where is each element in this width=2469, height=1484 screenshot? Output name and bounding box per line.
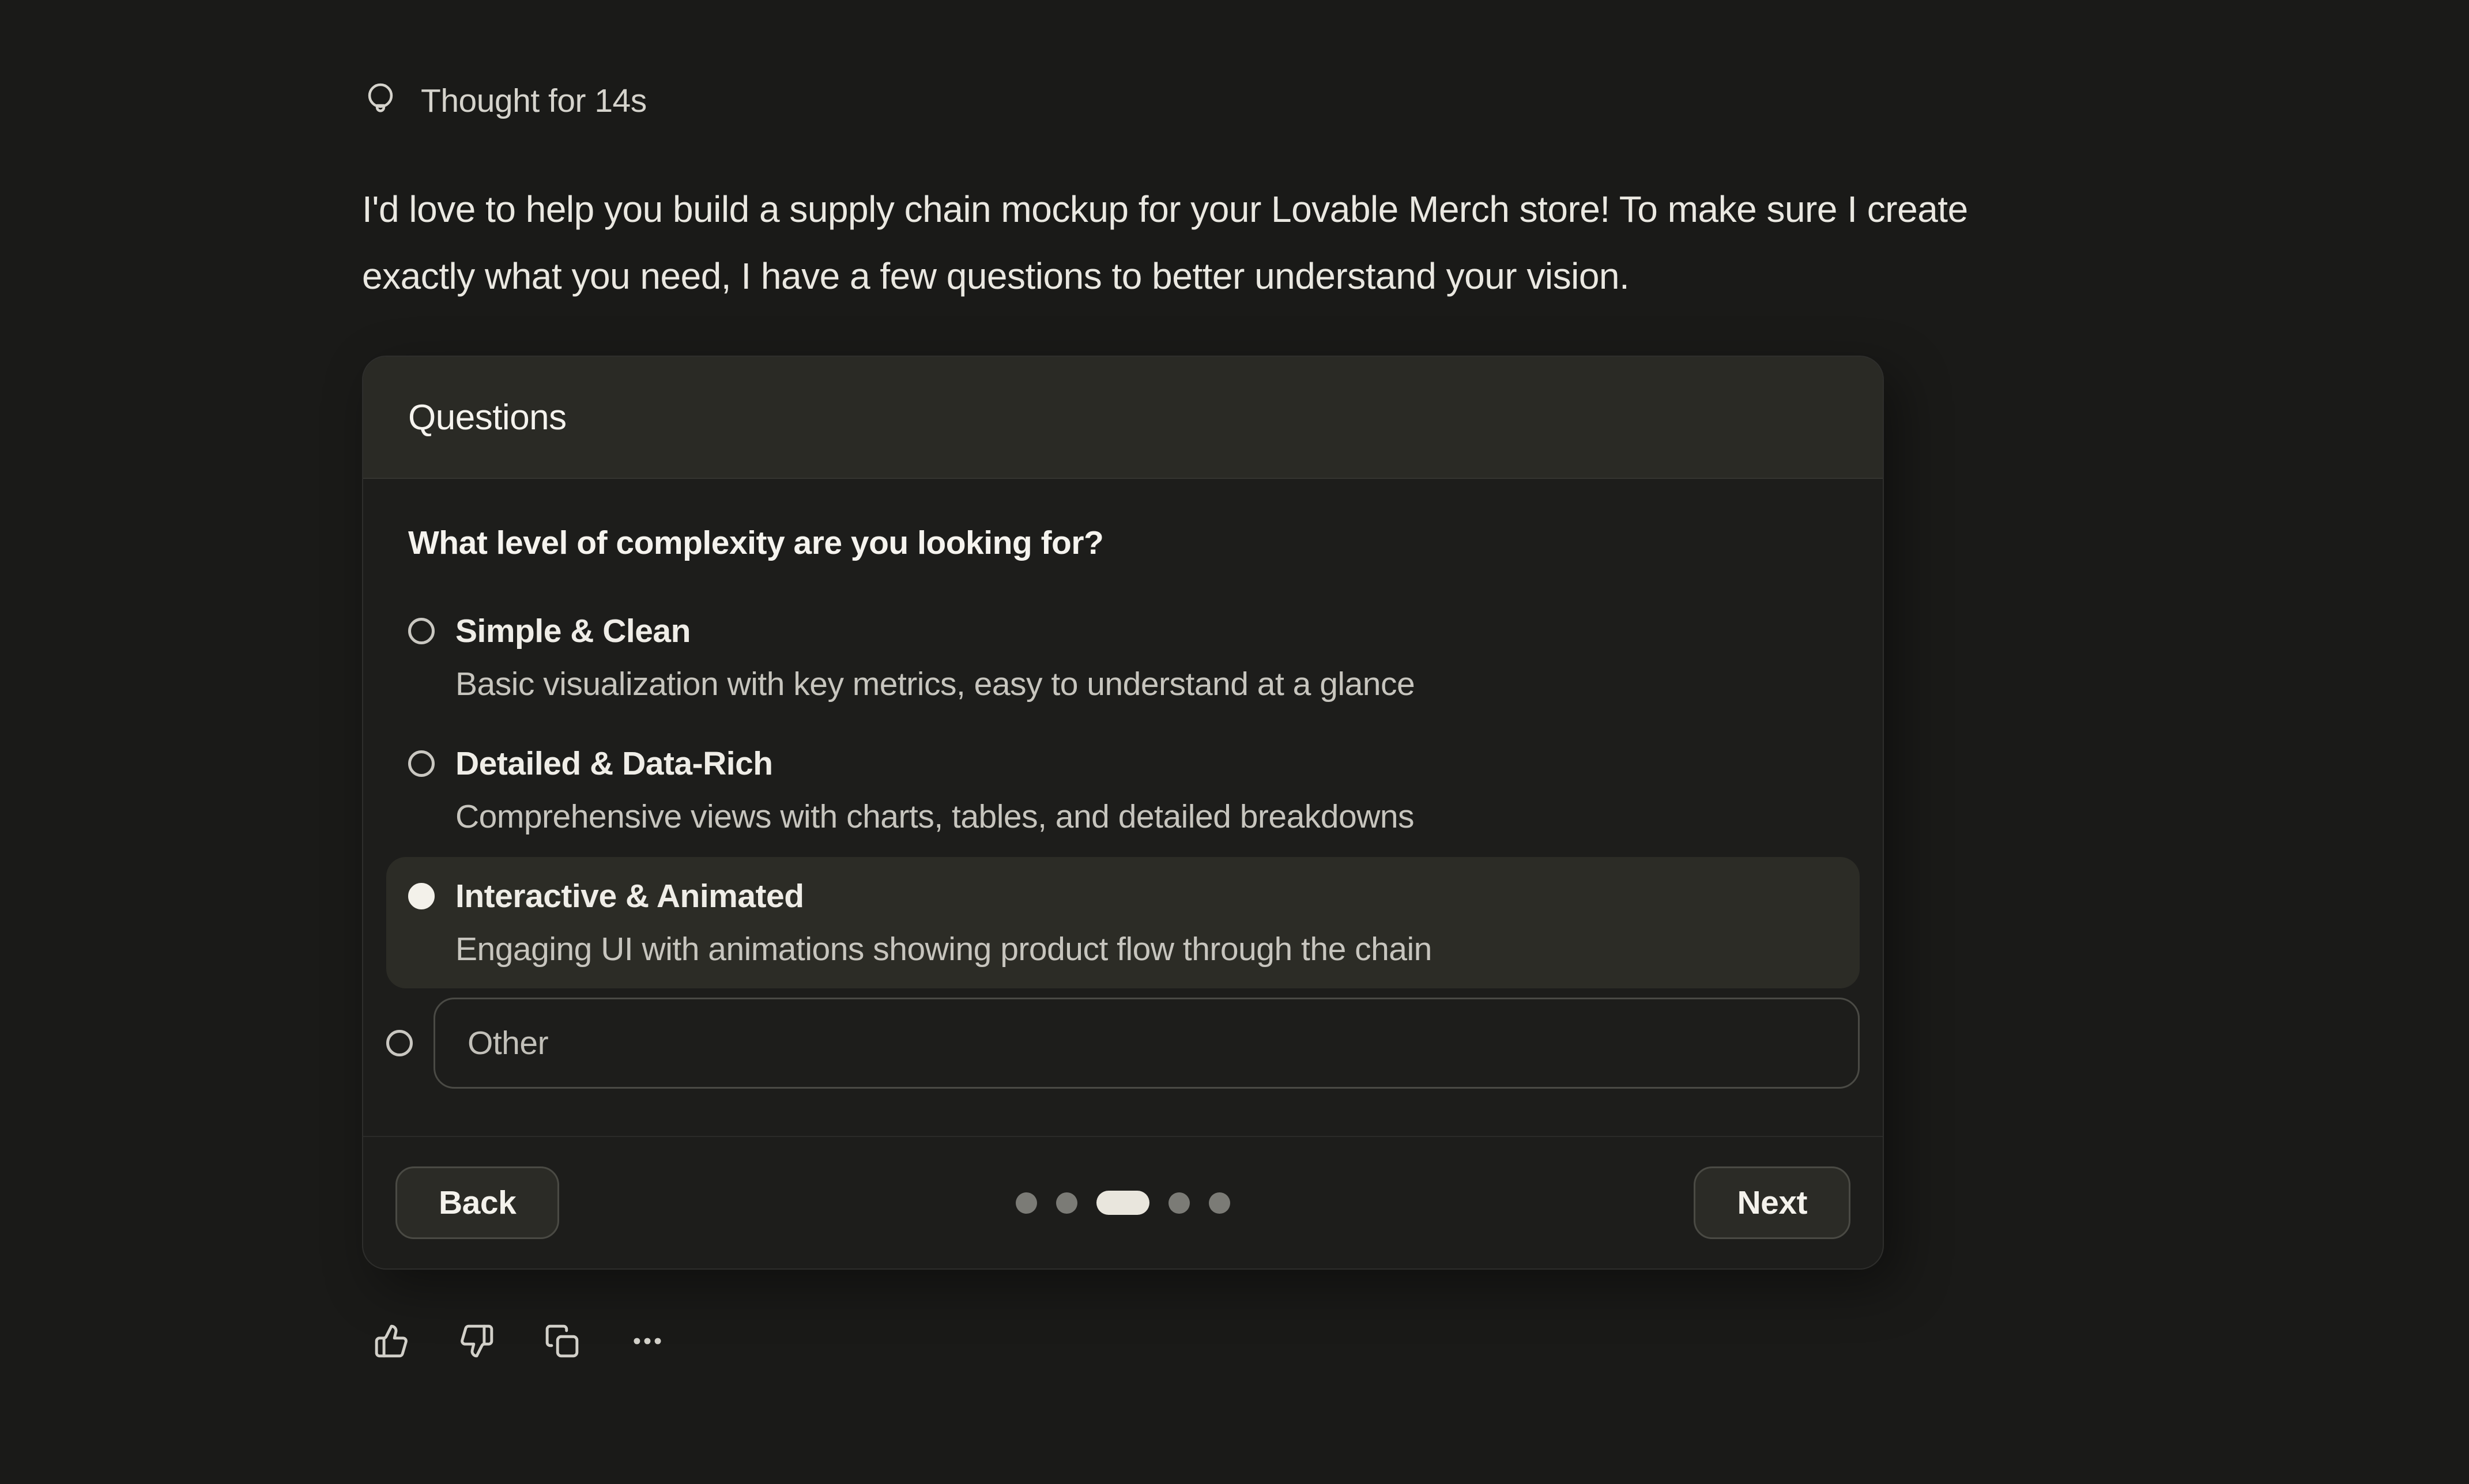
option-title: Interactive & Animated xyxy=(455,870,1432,923)
option-detailed-data-rich[interactable]: Detailed & Data-Rich Comprehensive views… xyxy=(386,724,1860,856)
pagination-dot[interactable] xyxy=(1016,1192,1037,1214)
thumbs-down-icon xyxy=(459,1323,495,1359)
radio-button-icon[interactable] xyxy=(408,618,435,644)
back-button[interactable]: Back xyxy=(395,1166,559,1239)
thought-summary[interactable]: Thought for 14s xyxy=(362,81,647,121)
pagination-dot[interactable] xyxy=(1168,1192,1190,1214)
pagination-dot-active[interactable] xyxy=(1096,1191,1149,1215)
thought-label: Thought for 14s xyxy=(421,82,647,120)
radio-button-icon[interactable] xyxy=(408,750,435,777)
message-line: exactly what you need, I have a few ques… xyxy=(362,243,2334,309)
option-description: Engaging UI with animations showing prod… xyxy=(455,923,1432,976)
copy-button[interactable] xyxy=(544,1323,580,1359)
next-button[interactable]: Next xyxy=(1694,1166,1850,1239)
lightbulb-icon xyxy=(362,81,399,121)
questions-card-body: What level of complexity are you looking… xyxy=(363,479,1883,1136)
option-description: Comprehensive views with charts, tables,… xyxy=(455,790,1414,843)
thumbs-down-button[interactable] xyxy=(459,1323,495,1359)
more-options-icon xyxy=(629,1323,665,1359)
option-other[interactable] xyxy=(386,998,1860,1089)
radio-button-icon[interactable] xyxy=(386,1030,413,1056)
message-line: I'd love to help you build a supply chai… xyxy=(362,176,2334,243)
questions-card-header: Questions xyxy=(363,357,1883,479)
other-option-input[interactable] xyxy=(434,998,1860,1089)
questions-card: Questions What level of complexity are y… xyxy=(362,356,1884,1270)
pagination-dot[interactable] xyxy=(1209,1192,1230,1214)
card-title: Questions xyxy=(408,397,567,438)
assistant-message: I'd love to help you build a supply chai… xyxy=(362,176,2334,309)
radio-button-selected-icon[interactable] xyxy=(408,883,435,909)
option-title: Simple & Clean xyxy=(455,605,1415,658)
option-description: Basic visualization with key metrics, ea… xyxy=(455,658,1415,711)
thumbs-up-icon xyxy=(374,1323,409,1359)
copy-icon xyxy=(544,1323,580,1359)
pagination-dot[interactable] xyxy=(1056,1192,1077,1214)
option-interactive-animated[interactable]: Interactive & Animated Engaging UI with … xyxy=(386,857,1860,988)
question-text: What level of complexity are you looking… xyxy=(408,524,1838,562)
more-options-button[interactable] xyxy=(629,1323,665,1359)
option-simple-clean[interactable]: Simple & Clean Basic visualization with … xyxy=(386,592,1860,723)
option-title: Detailed & Data-Rich xyxy=(455,737,1414,790)
questions-card-footer: Back Next xyxy=(363,1136,1883,1268)
pagination-dots xyxy=(1016,1191,1230,1215)
message-actions xyxy=(374,1323,665,1359)
thumbs-up-button[interactable] xyxy=(374,1323,409,1359)
